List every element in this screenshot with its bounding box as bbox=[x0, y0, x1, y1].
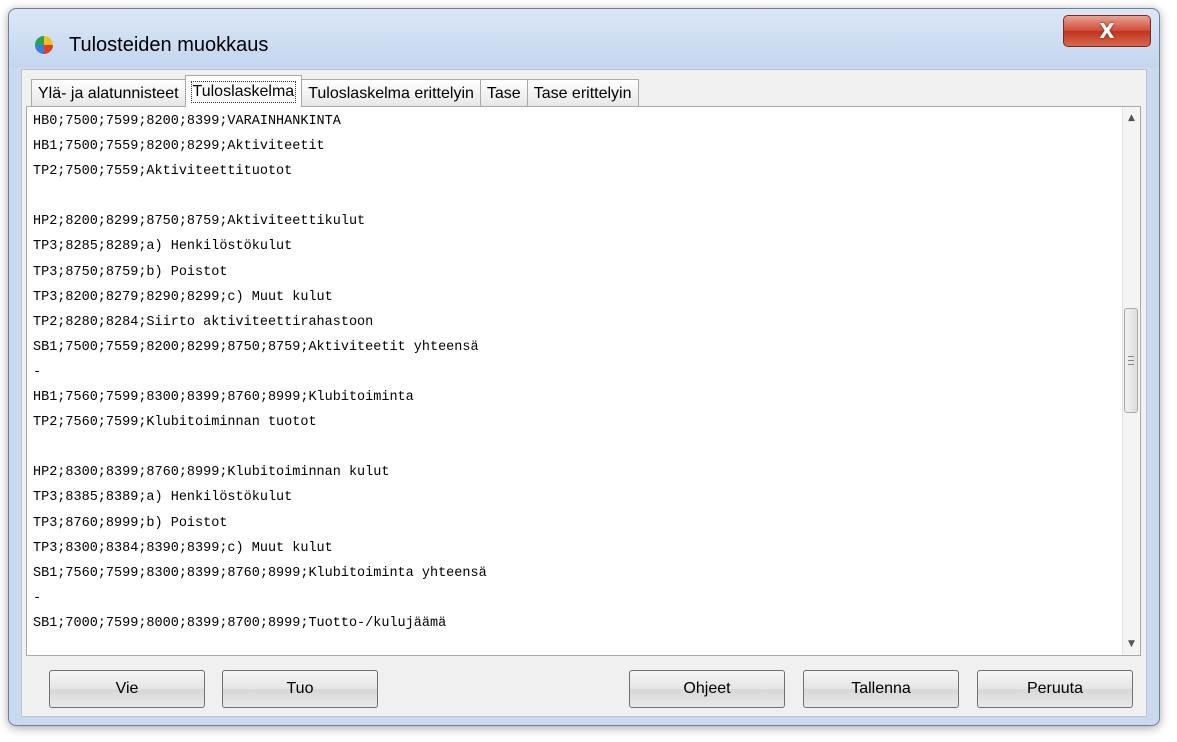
window-title: Tulosteiden muokkaus bbox=[69, 34, 269, 56]
editor-line: TP3;8750;8759;b) Poistot bbox=[33, 264, 228, 280]
editor-line: - bbox=[33, 590, 42, 606]
tab-income-statement-detailed[interactable]: Tuloslaskelma erittelyin bbox=[301, 79, 481, 107]
editor-line: SB1;7560;7599;8300;8399;8760;8999;Klubit… bbox=[33, 565, 487, 581]
tab-balance-sheet[interactable]: Tase bbox=[479, 79, 528, 107]
scroll-up-icon[interactable]: ▲ bbox=[1123, 109, 1140, 127]
tab-header-footer[interactable]: Ylä- ja alatunnisteet bbox=[31, 79, 186, 107]
scroll-down-icon[interactable]: ▼ bbox=[1123, 635, 1140, 653]
editor-line: TP2;8280;8284;Siirto aktiviteettirahasto… bbox=[33, 314, 374, 330]
vertical-scrollbar[interactable]: ▲ ▼ bbox=[1122, 107, 1140, 655]
editor-line: TP3;8760;8999;b) Poistot bbox=[33, 515, 228, 531]
grip-line bbox=[1128, 364, 1134, 366]
editor-line: HP2;8300;8399;8760;8999;Klubitoiminnan k… bbox=[33, 465, 390, 481]
editor-line: TP3;8200;8279;8290;8299;c) Muut kulut bbox=[33, 289, 333, 305]
tab-label: Tase bbox=[486, 84, 521, 102]
editor-line: TP3;8385;8389;a) Henkilöstökulut bbox=[33, 490, 293, 506]
editor-line: TP3;8285;8289;a) Henkilöstökulut bbox=[33, 239, 293, 255]
tab-income-statement[interactable]: Tuloslaskelma bbox=[184, 75, 303, 107]
title-bar[interactable]: Tulosteiden muokkaus X bbox=[9, 9, 1159, 67]
editor-line: SB1;7000;7599;8000;8399;8700;8999;Tuotto… bbox=[33, 615, 447, 631]
cancel-button[interactable]: Peruuta bbox=[977, 670, 1133, 708]
editor-line: - bbox=[33, 364, 42, 380]
template-text-editor[interactable]: HB0;7500;7599;8200;8399;VARAINHANKINTA HB… bbox=[27, 107, 1123, 655]
tab-label: Tuloslaskelma erittelyin bbox=[308, 84, 474, 102]
grip-line bbox=[1128, 360, 1134, 362]
tab-strip: Ylä- ja alatunnisteet Tuloslaskelma Tulo… bbox=[31, 75, 639, 107]
close-button[interactable]: X bbox=[1063, 15, 1151, 47]
editor-line: HB1;7560;7599;8300;8399;8760;8999;Klubit… bbox=[33, 390, 414, 406]
import-button[interactable]: Tuo bbox=[222, 670, 378, 708]
editor-line: HB1;7500;7559;8200;8299;Aktiviteetit bbox=[33, 139, 325, 155]
tab-label: Tase erittelyin bbox=[533, 84, 632, 102]
editor-line: SB1;7500;7559;8200;8299;8750;8759;Aktivi… bbox=[33, 339, 479, 355]
export-button[interactable]: Vie bbox=[49, 670, 205, 708]
tab-label: Tuloslaskelma bbox=[190, 80, 297, 103]
close-icon: X bbox=[1099, 19, 1115, 43]
editor-line: HP2;8200;8299;8750;8759;Aktiviteettikulu… bbox=[33, 214, 366, 230]
tab-label: Ylä- ja alatunnisteet bbox=[38, 84, 179, 102]
editor-line: TP2;7560;7599;Klubitoiminnan tuotot bbox=[33, 415, 317, 431]
save-button[interactable]: Tallenna bbox=[803, 670, 959, 708]
scrollbar-thumb[interactable] bbox=[1124, 308, 1138, 414]
dialog-window: Tulosteiden muokkaus X Ylä- ja alatunnis… bbox=[8, 8, 1160, 726]
editor-line: HB0;7500;7599;8200;8399;VARAINHANKINTA bbox=[33, 114, 341, 129]
editor-line: TP3;8300;8384;8390;8399;c) Muut kulut bbox=[33, 540, 333, 556]
tab-balance-sheet-detailed[interactable]: Tase erittelyin bbox=[526, 79, 639, 107]
app-icon bbox=[35, 36, 53, 54]
text-editor-frame: HB0;7500;7599;8200;8399;VARAINHANKINTA HB… bbox=[26, 106, 1141, 656]
grip-line bbox=[1128, 356, 1134, 358]
editor-line: TP2;7500;7559;Aktiviteettituotot bbox=[33, 164, 293, 180]
help-button[interactable]: Ohjeet bbox=[629, 670, 785, 708]
dialog-client-area: Ylä- ja alatunnisteet Tuloslaskelma Tulo… bbox=[21, 69, 1147, 717]
